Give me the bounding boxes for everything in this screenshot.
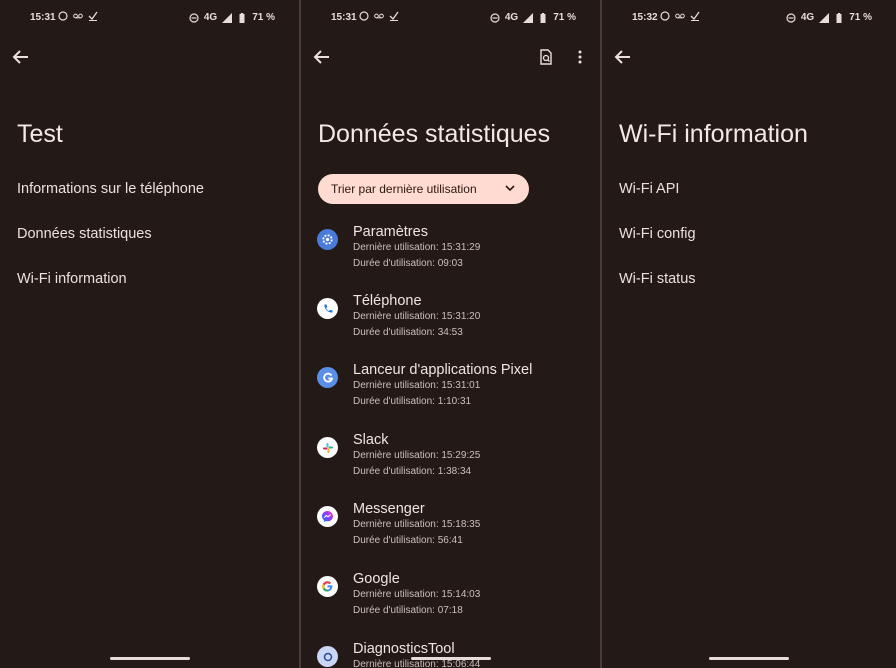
last-used: Dernière utilisation: 15:14:03 <box>353 589 481 600</box>
whatsapp-icon <box>359 11 369 21</box>
battery-level: 71 % <box>252 12 275 23</box>
battery-level: 71 % <box>553 12 576 23</box>
do-not-disturb-icon <box>189 12 199 23</box>
gesture-nav-bar[interactable] <box>410 657 491 660</box>
page-title: Test <box>17 120 63 148</box>
messenger-icon <box>317 506 338 527</box>
screen-wifi-info: 15:32 4G 71 % Wi-Fi information Wi-Fi AP… <box>602 0 896 668</box>
status-time: 15:31 <box>331 12 357 23</box>
menu-item-wifi-info[interactable]: Wi-Fi information <box>17 271 127 287</box>
signal-icon <box>819 12 830 23</box>
status-bar: 15:31 4G 71 % <box>0 11 299 27</box>
status-time: 15:31 <box>30 12 56 23</box>
last-used: Dernière utilisation: 15:29:25 <box>353 450 481 461</box>
status-time: 15:32 <box>632 12 658 23</box>
phone-icon <box>317 298 338 319</box>
pixel-launcher-icon <box>317 367 338 388</box>
sort-dropdown[interactable]: Trier par dernière utilisation <box>318 174 529 204</box>
last-used: Dernière utilisation: 15:31:01 <box>353 380 481 391</box>
diagnostics-icon <box>317 646 338 667</box>
list-item[interactable]: Google Dernière utilisation: 15:14:03 Du… <box>315 571 585 631</box>
menu-item-phone-info[interactable]: Informations sur le téléphone <box>17 181 204 197</box>
list-item[interactable]: Lanceur d'applications Pixel Dernière ut… <box>315 362 585 422</box>
sort-label: Trier par dernière utilisation <box>331 182 477 196</box>
network-label: 4G <box>203 12 218 23</box>
app-name: Messenger <box>353 501 425 517</box>
last-used: Dernière utilisation: 15:18:35 <box>353 519 481 530</box>
screen-usage-stats: 15:31 4G 71 % Données statistiques Trier… <box>301 0 600 668</box>
list-item[interactable]: Slack Dernière utilisation: 15:29:25 Dur… <box>315 432 585 492</box>
slack-icon <box>317 437 338 458</box>
status-bar: 15:32 4G 71 % <box>602 11 896 27</box>
back-arrow-icon[interactable] <box>614 49 632 65</box>
page-title: Wi-Fi information <box>619 120 808 148</box>
app-name: DiagnosticsTool <box>353 641 455 657</box>
more-options-icon[interactable] <box>572 49 588 65</box>
usage-duration: Durée d'utilisation: 1:38:34 <box>353 466 472 477</box>
usage-duration: Durée d'utilisation: 07:18 <box>353 605 463 616</box>
app-name: Paramètres <box>353 224 428 240</box>
page-title: Données statistiques <box>318 120 551 148</box>
task-done-icon <box>88 11 98 21</box>
back-arrow-icon[interactable] <box>12 49 30 65</box>
usage-duration: Durée d'utilisation: 09:03 <box>353 258 463 269</box>
do-not-disturb-icon <box>786 12 796 23</box>
task-done-icon <box>690 11 700 21</box>
battery-icon <box>239 12 245 23</box>
menu-item-wifi-api[interactable]: Wi-Fi API <box>619 181 679 197</box>
menu-item-wifi-config[interactable]: Wi-Fi config <box>619 226 696 242</box>
chevron-down-icon <box>505 185 515 192</box>
usage-duration: Durée d'utilisation: 1:10:31 <box>353 396 472 407</box>
do-not-disturb-icon <box>490 12 500 23</box>
back-arrow-icon[interactable] <box>313 49 331 65</box>
gesture-nav-bar[interactable] <box>109 657 190 660</box>
list-item[interactable]: Messenger Dernière utilisation: 15:18:35… <box>315 501 585 561</box>
network-label: 4G <box>800 12 815 23</box>
search-page-icon[interactable] <box>538 49 554 65</box>
voicemail-icon <box>374 13 384 19</box>
voicemail-icon <box>675 13 685 19</box>
voicemail-icon <box>73 13 83 19</box>
menu-item-wifi-status[interactable]: Wi-Fi status <box>619 271 696 287</box>
whatsapp-icon <box>660 11 670 21</box>
list-item[interactable]: DiagnosticsTool Dernière utilisation: 15… <box>315 641 585 668</box>
list-item[interactable]: Téléphone Dernière utilisation: 15:31:20… <box>315 293 585 353</box>
app-name: Slack <box>353 432 389 448</box>
gesture-nav-bar[interactable] <box>709 657 789 660</box>
signal-icon <box>523 12 534 23</box>
battery-level: 71 % <box>849 12 872 23</box>
screen-test-menu: 15:31 4G 71 % Test Informations sur le t… <box>0 0 299 668</box>
battery-icon <box>540 12 546 23</box>
menu-item-usage-stats[interactable]: Données statistiques <box>17 226 152 242</box>
settings-icon <box>317 229 338 250</box>
last-used: Dernière utilisation: 15:31:29 <box>353 242 481 253</box>
task-done-icon <box>389 11 399 21</box>
status-bar: 15:31 4G 71 % <box>301 11 600 27</box>
whatsapp-icon <box>58 11 68 21</box>
usage-duration: Durée d'utilisation: 34:53 <box>353 327 463 338</box>
app-name: Lanceur d'applications Pixel <box>353 362 533 378</box>
app-name: Téléphone <box>353 293 422 309</box>
last-used: Dernière utilisation: 15:31:20 <box>353 311 481 322</box>
signal-icon <box>222 12 233 23</box>
app-name: Google <box>353 571 400 587</box>
battery-icon <box>836 12 842 23</box>
network-label: 4G <box>504 12 519 23</box>
list-item[interactable]: Paramètres Dernière utilisation: 15:31:2… <box>315 224 585 284</box>
usage-duration: Durée d'utilisation: 56:41 <box>353 535 463 546</box>
last-used: Dernière utilisation: 15:06:44 <box>353 659 481 668</box>
google-icon <box>317 576 338 597</box>
